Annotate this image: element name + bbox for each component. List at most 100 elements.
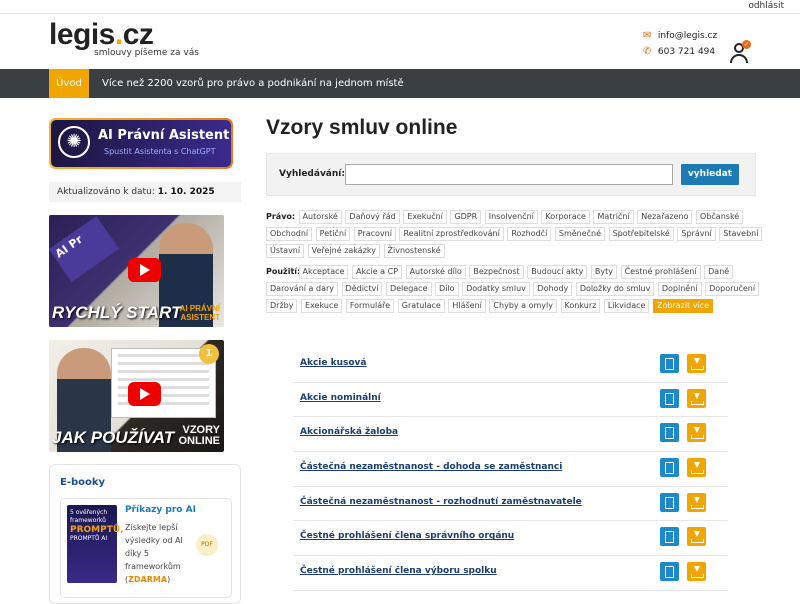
use-tag[interactable]: Akceptace	[298, 265, 349, 279]
caption2-line2: ONLINE	[178, 435, 220, 447]
document-link[interactable]: Čestné prohlášení člena správního orgánu	[300, 531, 514, 541]
law-tag[interactable]: GDPR	[450, 210, 482, 224]
edit-icon[interactable]	[660, 423, 679, 443]
ebook-item[interactable]: 5 ověřených frameworků PROMPTŮ, PROMPTŮ AI…	[60, 498, 232, 598]
use-tag[interactable]: Konkurz	[560, 299, 601, 313]
logout-link[interactable]: odhlásit	[748, 1, 784, 11]
pdf-icon[interactable]: PDF	[196, 534, 218, 556]
nav-home[interactable]: Úvod	[49, 69, 89, 98]
play-icon[interactable]	[128, 258, 161, 282]
edit-icon[interactable]	[660, 388, 679, 408]
use-tag[interactable]: Exekuce	[301, 299, 343, 313]
video-quick-start[interactable]: AI Pr RYCHLÝ START AI PRÁVNÍ ASISTENT	[49, 215, 224, 327]
use-tag[interactable]: Doplnění	[657, 282, 702, 296]
edit-icon[interactable]	[660, 492, 679, 512]
law-tag[interactable]: Živnostenské	[383, 244, 445, 258]
use-tag[interactable]: Akcie a CP	[351, 265, 403, 279]
download-icon[interactable]	[687, 458, 706, 478]
edit-icon[interactable]	[660, 354, 679, 373]
page-title: Vzory smluv online	[266, 116, 458, 139]
download-icon[interactable]	[687, 527, 706, 547]
user-account-icon[interactable]: ✓	[730, 40, 751, 65]
ebook-cover: 5 ověřených frameworků PROMPTŮ, PROMPTŮ AI	[67, 505, 124, 583]
ebook-title[interactable]: Příkazy pro AI	[125, 505, 196, 515]
use-tag[interactable]: Likvidace	[603, 299, 650, 313]
use-tag[interactable]: Budoucí akty	[527, 265, 588, 279]
law-tag[interactable]: Korporace	[541, 210, 590, 224]
document-row: Akcionářská žaloba	[293, 417, 728, 453]
updated-info: Aktualizováno k datu: 1. 10. 2025	[49, 182, 241, 202]
use-tag[interactable]: Doložky do smluv	[575, 282, 655, 296]
logo[interactable]: legis.cz	[49, 18, 154, 52]
use-tag[interactable]: Formuláře	[345, 299, 395, 313]
use-tag[interactable]: Držby	[266, 299, 298, 313]
ebooks-panel: E-booky 5 ověřených frameworků PROMPTŮ, PR…	[49, 464, 241, 604]
law-tag[interactable]: Petiční	[315, 227, 351, 241]
use-tag[interactable]: Daně	[704, 265, 734, 279]
download-icon[interactable]	[687, 354, 706, 373]
document-link[interactable]: Akcionářská žaloba	[300, 427, 398, 437]
edit-icon[interactable]	[660, 562, 679, 582]
phone-icon: ✆	[643, 46, 652, 57]
logo-tld: cz	[122, 18, 154, 51]
document-link[interactable]: Částečná nezaměstnanost - rozhodnutí zam…	[300, 497, 582, 507]
use-tag[interactable]: Byty	[590, 265, 618, 279]
ai-banner-title: AI Právní Asistent	[98, 128, 230, 143]
use-tag[interactable]: Dílo	[435, 282, 459, 296]
law-label: Právo:	[266, 212, 296, 221]
video-caption: JAK POUŽÍVAT	[52, 428, 175, 447]
show-more-button[interactable]: Zobrazit více	[652, 299, 714, 313]
use-tag[interactable]: Dohody	[533, 282, 573, 296]
document-link[interactable]: Částečná nezaměstnanost - dohoda se zamě…	[300, 462, 562, 472]
law-tag[interactable]: Exekuční	[403, 210, 447, 224]
ai-assistant-banner[interactable]: ✺ AI Právní Asistent Spustit Asistenta s…	[49, 118, 233, 169]
edit-icon[interactable]	[660, 527, 679, 547]
law-tags: Právo: Autorské Daňový řád Exekuční GDPR…	[266, 210, 766, 261]
video-how-to-use[interactable]: 1 JAK POUŽÍVAT VZORY ONLINE	[49, 340, 224, 452]
use-tag[interactable]: Čestné prohlášení	[620, 265, 701, 279]
law-tag[interactable]: Matriční	[593, 210, 634, 224]
law-tag[interactable]: Směnečné	[554, 227, 606, 241]
law-tag[interactable]: Pracovní	[353, 227, 396, 241]
use-tag[interactable]: Dodatky smluv	[462, 282, 530, 296]
use-tag[interactable]: Gratulace	[397, 299, 445, 313]
use-tag[interactable]: Darování a dary	[266, 282, 338, 296]
document-link[interactable]: Akcie kusová	[300, 358, 366, 368]
download-icon[interactable]	[687, 423, 706, 443]
document-link[interactable]: Čestné prohlášení člena výboru spolku	[300, 566, 497, 576]
user-body	[730, 54, 748, 63]
use-tag[interactable]: Doporučení	[705, 282, 760, 296]
law-tag[interactable]: Daňový řád	[345, 210, 400, 224]
law-tag[interactable]: Obchodní	[266, 227, 313, 241]
law-tag[interactable]: Insolvenční	[484, 210, 538, 224]
law-tag[interactable]: Autorské	[298, 210, 342, 224]
law-tag[interactable]: Nezařazeno	[637, 210, 693, 224]
law-tag[interactable]: Občanské	[696, 210, 744, 224]
download-icon[interactable]	[687, 388, 706, 408]
use-tag[interactable]: Delegace	[385, 282, 432, 296]
play-icon[interactable]	[128, 382, 161, 406]
video-tag: AI Pr	[49, 215, 120, 283]
download-icon[interactable]	[687, 562, 706, 582]
law-tag[interactable]: Stavební	[719, 227, 763, 241]
search-input[interactable]	[345, 164, 673, 185]
email-link[interactable]: info@legis.cz	[658, 31, 717, 41]
use-tag[interactable]: Hlášení	[448, 299, 486, 313]
law-tag[interactable]: Spotřebitelské	[608, 227, 674, 241]
law-tag[interactable]: Ústavní	[266, 244, 305, 258]
use-tag[interactable]: Autorské dílo	[405, 265, 466, 279]
use-tag[interactable]: Chyby a omyly	[489, 299, 557, 313]
phone-link[interactable]: 603 721 494	[658, 47, 715, 57]
law-tag[interactable]: Veřejné zakázky	[307, 244, 380, 258]
video-caption-secondary: VZORY ONLINE	[178, 425, 220, 447]
document-link[interactable]: Akcie nominální	[300, 393, 381, 403]
search-button[interactable]: vyhledat	[681, 164, 739, 185]
edit-icon[interactable]	[660, 458, 679, 478]
law-tag[interactable]: Správní	[677, 227, 716, 241]
law-tag[interactable]: Realitní zprostředkování	[399, 227, 504, 241]
contact-info: ✉ info@legis.cz ✆ 603 721 494	[643, 28, 717, 60]
use-tag[interactable]: Bezpečnost	[469, 265, 524, 279]
use-tag[interactable]: Dědictví	[341, 282, 383, 296]
law-tag[interactable]: Rozhodčí	[507, 227, 552, 241]
download-icon[interactable]	[687, 492, 706, 512]
